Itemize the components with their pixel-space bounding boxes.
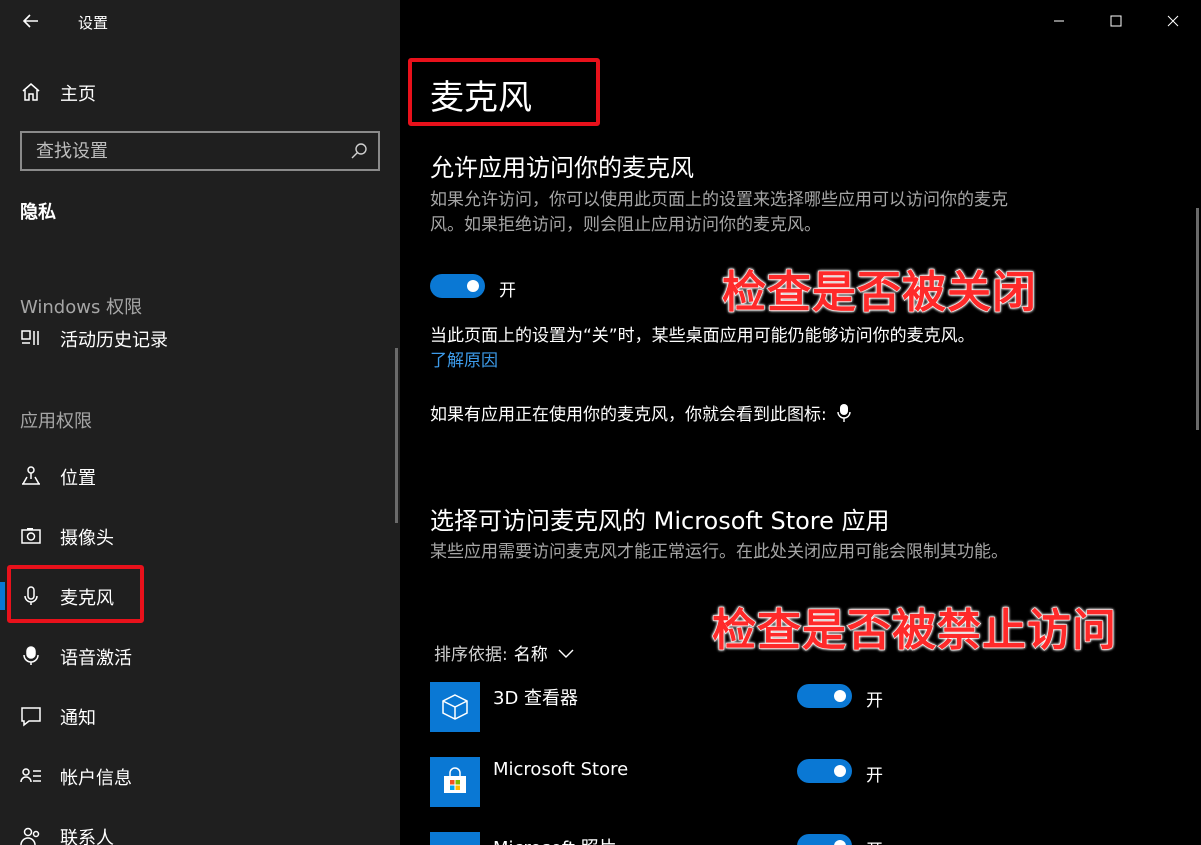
sidebar-item-label: 摄像头 [60,528,114,549]
allow-access-toggle-state: 开 [499,281,516,301]
toggle-knob [834,690,846,702]
learn-why-link[interactable]: 了解原因 [430,346,498,371]
search-icon[interactable] [350,142,368,160]
app-toggle-state: 开 [866,691,883,711]
allow-access-description: 如果允许访问，你可以使用此页面上的设置来选择哪些应用可以访问你的麦克风。如果拒绝… [430,190,1008,235]
selected-indicator [0,582,5,610]
allow-access-heading: 允许应用访问你的麦克风 [430,154,694,182]
sidebar-item-label: 联系人 [60,828,114,845]
group-label-apps: 应用权限 [20,411,92,432]
sidebar-item-activity-history[interactable]: 活动历史记录 [0,316,400,360]
chevron-down-icon [558,649,574,658]
mic-in-use-text: 如果有应用正在使用你的麦克风，你就会看到此图标: [430,405,827,425]
app-tile [430,757,480,807]
sidebar-item-account-info[interactable]: 帐户信息 [0,754,400,798]
app-toggle-microsoft-store[interactable] [797,759,852,783]
window-controls [1030,0,1201,42]
voice-activation-icon [23,646,39,665]
app-tile [430,682,480,732]
notification-icon [21,707,41,727]
maximize-button[interactable] [1087,0,1144,42]
sidebar-item-voice-activation[interactable]: 语音激活 [0,634,400,678]
store-apps-heading: 选择可访问麦克风的 Microsoft Store 应用 [430,507,890,535]
toggle-knob [467,280,479,292]
sort-label: 排序依据: [434,645,508,665]
maximize-icon [1110,15,1121,27]
sidebar-item-label: 通知 [60,708,96,729]
activity-history-icon [21,330,39,345]
sidebar-item-label: 语音激活 [60,648,132,669]
allow-access-toggle[interactable] [430,274,485,298]
sidebar-item-label: 位置 [60,468,96,489]
minimize-icon [1053,20,1064,22]
main-content: 麦克风 允许应用访问你的麦克风 如果允许访问，你可以使用此页面上的设置来选择哪些… [400,0,1201,845]
account-info-icon [20,768,41,783]
annotation-check-denied: 检查是否被禁止访问 [712,605,1117,657]
app-name: Microsoft 照片 [493,834,617,845]
app-toggle-microsoft-photos[interactable] [797,834,852,845]
sidebar-item-location[interactable]: 位置 [0,454,400,498]
app-name: 3D 查看器 [493,688,579,709]
close-button[interactable] [1144,0,1201,42]
home-icon [22,83,40,101]
annotation-box-title [408,58,600,126]
app-tile [430,832,480,845]
annotation-check-closed: 检查是否被关闭 [722,267,1037,319]
store-apps-description: 某些应用需要访问麦克风才能正常运行。在此处关闭应用可能会限制其功能。 [430,542,1008,562]
sidebar-item-label: 主页 [60,84,96,105]
sidebar-item-label: 活动历史记录 [60,330,168,351]
sidebar: 设置 主页 隐私 Windows 权限 活动历史记录 应用权限 位置 摄像头 麦… [0,0,400,845]
location-icon [22,466,40,485]
app-toggle-state: 开 [866,836,883,845]
sort-dropdown[interactable]: 排序依据: 名称 [434,640,574,665]
section-title-privacy: 隐私 [20,202,56,223]
sidebar-item-label: 帐户信息 [60,768,132,789]
toggle-knob [834,765,846,777]
app-title: 设置 [78,14,109,32]
app-toggle-state: 开 [866,766,883,786]
search-input[interactable] [22,133,342,169]
back-button[interactable] [20,10,42,32]
sidebar-scrollbar[interactable] [395,348,398,523]
sidebar-item-contacts[interactable]: 联系人 [0,814,400,845]
app-name: Microsoft Store [493,759,629,780]
microphone-in-use-icon [837,403,851,422]
store-bag-icon [444,767,466,793]
contacts-icon [20,827,40,845]
sidebar-item-camera[interactable]: 摄像头 [0,514,400,558]
minimize-button[interactable] [1030,0,1087,42]
sidebar-item-notifications[interactable]: 通知 [0,694,400,738]
cube-icon [442,694,468,720]
search-box[interactable] [20,131,380,171]
sidebar-item-home[interactable]: 主页 [0,72,400,112]
toggle-knob [834,840,846,845]
sort-value: 名称 [513,645,548,665]
close-icon [1167,15,1178,27]
camera-icon [21,528,41,544]
back-arrow-icon [22,14,38,28]
desktop-apps-note: 当此页面上的设置为“关”时，某些桌面应用可能仍能够访问你的麦克风。 [430,326,975,346]
sidebar-titlebar: 设置 [0,0,400,42]
main-scrollbar[interactable] [1196,208,1199,430]
annotation-box-sidebar-mic [7,565,144,623]
app-toggle-3d-viewer[interactable] [797,684,852,708]
mic-in-use-note: 如果有应用正在使用你的麦克风，你就会看到此图标: [430,400,851,425]
